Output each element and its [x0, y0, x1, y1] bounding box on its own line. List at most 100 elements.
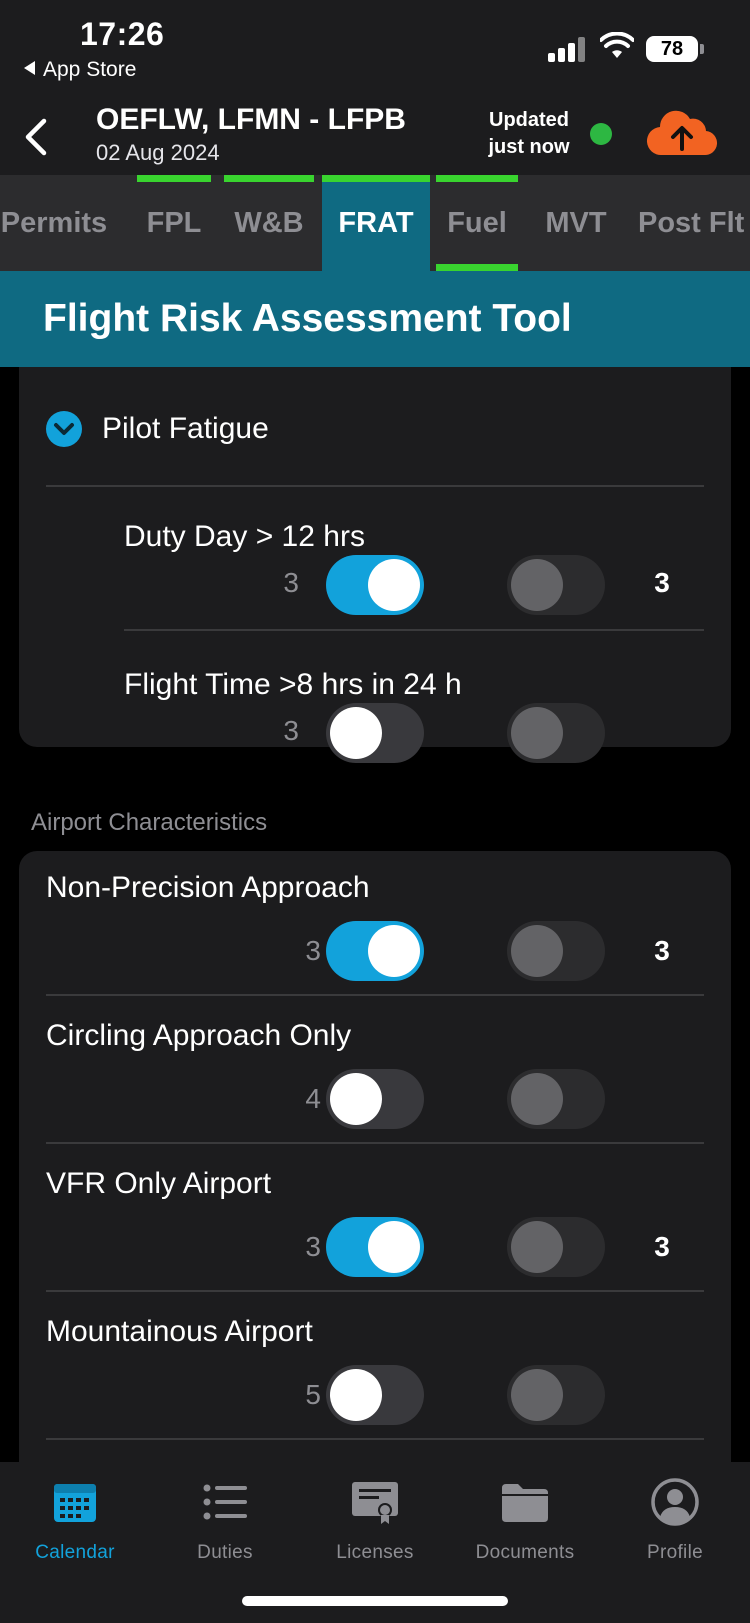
certificate-icon: [352, 1482, 398, 1524]
wifi-icon: [599, 31, 635, 65]
page-title: Flight Risk Assessment Tool: [43, 297, 572, 340]
flight-title: OEFLW, LFMN - LFPB: [96, 103, 406, 136]
divider: [46, 1438, 704, 1440]
back-to-app-store[interactable]: App Store: [24, 58, 136, 82]
toggle-knob: [368, 925, 420, 977]
sync-status-line2: just now: [488, 136, 570, 158]
vfr-only-secondary-toggle[interactable]: [507, 1217, 605, 1277]
vfr-only-toggle[interactable]: [326, 1217, 424, 1277]
tab-fuel[interactable]: Fuel: [436, 175, 518, 271]
toggle-knob: [330, 707, 382, 759]
duty-day-label: Duty Day > 12 hrs: [124, 520, 365, 553]
non-precision-score: 3: [305, 935, 321, 966]
mountainous-score: 5: [305, 1379, 321, 1410]
tab-wb-indicator: [224, 175, 314, 182]
toggle-knob: [511, 707, 563, 759]
frat-content[interactable]: Pilot Fatigue Duty Day > 12 hrs 3 3 Flig…: [0, 367, 750, 1462]
vfr-only-label: VFR Only Airport: [46, 1167, 272, 1200]
tab-fuel-indicator-bottom: [436, 264, 518, 271]
mountainous-label: Mountainous Airport: [46, 1315, 313, 1348]
section-banner: Flight Risk Assessment Tool: [0, 271, 750, 367]
flight-time-label: Flight Time >8 hrs in 24 h: [124, 668, 462, 701]
tab-mvt[interactable]: MVT: [538, 175, 614, 271]
circling-approach-secondary-toggle[interactable]: [507, 1069, 605, 1129]
tab-fpl[interactable]: FPL: [137, 175, 211, 271]
tab-frat-indicator: [322, 175, 430, 182]
non-precision-result: 3: [654, 935, 670, 966]
tabbar-calendar[interactable]: Calendar: [0, 1462, 150, 1572]
tabbar-profile[interactable]: Profile: [600, 1462, 750, 1572]
toggle-knob: [511, 1073, 563, 1125]
tabbar-documents[interactable]: Documents: [450, 1462, 600, 1572]
tab-fpl-indicator: [137, 175, 211, 182]
battery-cap: [700, 44, 704, 54]
tabbar-licenses-label: Licenses: [336, 1542, 414, 1563]
folder-icon: [502, 1484, 548, 1522]
tabbar-documents-label: Documents: [475, 1542, 575, 1563]
sync-status-dot: [590, 123, 612, 145]
tabbar-duties-label: Duties: [197, 1542, 253, 1563]
sync-status: Updated just now: [470, 107, 588, 161]
duty-day-toggle[interactable]: [326, 555, 424, 615]
tab-fuel-label: Fuel: [447, 207, 507, 239]
tabbar-duties[interactable]: Duties: [150, 1462, 300, 1572]
toggle-knob: [511, 559, 563, 611]
toggle-knob: [368, 1221, 420, 1273]
tabbar-calendar-label: Calendar: [35, 1542, 115, 1563]
circling-approach-label: Circling Approach Only: [46, 1019, 352, 1052]
vfr-only-score: 3: [305, 1231, 321, 1262]
toggle-knob: [511, 1369, 563, 1421]
non-precision-label: Non-Precision Approach: [46, 871, 370, 904]
tab-fpl-label: FPL: [146, 207, 202, 239]
tab-fuel-indicator-top: [436, 175, 518, 182]
person-icon: [651, 1478, 699, 1526]
divider: [46, 485, 704, 487]
list-icon: [203, 1484, 247, 1520]
toggle-knob: [511, 1221, 563, 1273]
upload-button[interactable]: [646, 109, 718, 164]
back-app-label: App Store: [43, 58, 137, 81]
back-button[interactable]: [18, 115, 58, 159]
tab-wb[interactable]: W&B: [224, 175, 314, 271]
non-precision-toggle[interactable]: [326, 921, 424, 981]
status-time: 17:26: [80, 16, 165, 52]
divider: [124, 629, 704, 631]
cloud-upload-icon: [646, 110, 718, 156]
mountainous-secondary-toggle[interactable]: [507, 1365, 605, 1425]
airport-section-header: Airport Characteristics: [31, 809, 268, 836]
tabbar-licenses[interactable]: Licenses: [300, 1462, 450, 1572]
tab-frat[interactable]: FRAT: [322, 175, 430, 271]
toggle-knob: [368, 559, 420, 611]
tab-post-flt[interactable]: Post Flt: [638, 175, 750, 271]
divider: [46, 1142, 704, 1144]
pilot-fatigue-card: Pilot Fatigue Duty Day > 12 hrs 3 3 Flig…: [19, 367, 731, 763]
flight-time-toggle[interactable]: [326, 703, 424, 763]
non-precision-secondary-toggle[interactable]: [507, 921, 605, 981]
tabbar-profile-label: Profile: [647, 1542, 703, 1563]
flight-time-score: 3: [283, 715, 299, 746]
home-indicator: [242, 1596, 508, 1606]
chevron-left-icon: [25, 118, 47, 156]
airport-characteristics-card: Non-Precision Approach 3 3 Circling Appr…: [19, 851, 731, 1462]
section-tabs: Permits FPL W&B FRAT Fuel MVT Post Flt: [0, 175, 750, 271]
toggle-knob: [330, 1369, 382, 1421]
sync-status-line1: Updated: [489, 109, 569, 131]
circling-approach-toggle[interactable]: [326, 1069, 424, 1129]
flight-time-secondary-toggle[interactable]: [507, 703, 605, 763]
vfr-only-result: 3: [654, 1231, 670, 1262]
duty-day-result: 3: [654, 567, 670, 598]
mountainous-toggle[interactable]: [326, 1365, 424, 1425]
toggle-knob: [511, 925, 563, 977]
duty-day-score: 3: [283, 567, 299, 598]
toggle-knob: [330, 1073, 382, 1125]
duty-day-secondary-toggle[interactable]: [507, 555, 605, 615]
back-triangle-icon: [24, 61, 35, 75]
tab-permits[interactable]: Permits: [0, 175, 116, 271]
status-bar: 17:26 App Store 78: [0, 0, 750, 95]
cellular-signal-icon: [548, 36, 588, 62]
tab-wb-label: W&B: [234, 207, 304, 239]
battery-indicator: 78: [646, 36, 698, 62]
pilot-fatigue-label: Pilot Fatigue: [102, 412, 269, 445]
divider: [46, 994, 704, 996]
collapse-chevron-icon[interactable]: [46, 411, 82, 447]
